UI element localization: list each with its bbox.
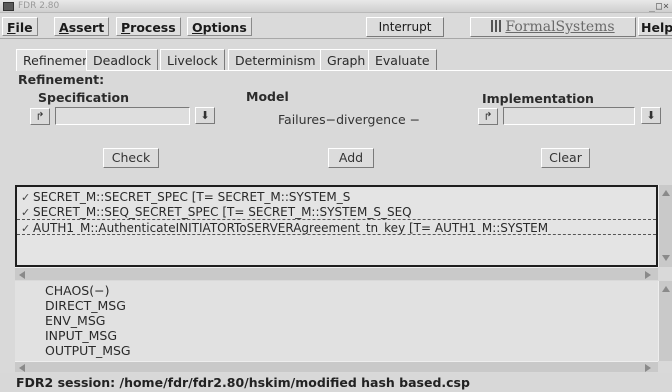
- list-item[interactable]: OUTPUT_MSG: [45, 344, 131, 358]
- title-bar: FDR 2.80 _□×: [0, 0, 672, 13]
- tab-bar: Refinement Deadlock Livelock Determinism…: [0, 49, 672, 71]
- check-button[interactable]: Check: [103, 148, 159, 168]
- load-icon: ↱: [35, 110, 45, 123]
- menu-file-rest: ile: [15, 20, 33, 35]
- menu-file[interactable]: File: [2, 17, 38, 36]
- specification-load-button[interactable]: ↱: [30, 108, 50, 125]
- tab-divider: [86, 70, 672, 71]
- add-button[interactable]: Add: [328, 148, 374, 168]
- scroll-down-icon[interactable]: [662, 255, 670, 261]
- specification-field[interactable]: [55, 107, 190, 125]
- menu-bar: File Assert Process Options Interrupt Fo…: [0, 14, 672, 39]
- model-selector[interactable]: Failures−divergence −: [278, 112, 420, 127]
- result-row[interactable]: ✓ SECRET_M::SEQ_SECRET_SPEC [T= SECRET_M:…: [17, 204, 656, 220]
- tab-deadlock[interactable]: Deadlock: [86, 49, 159, 71]
- results-horizontal-scrollbar[interactable]: [15, 267, 658, 280]
- result-text: SECRET_M::SECRET_SPEC [T= SECRET_M::SYST…: [33, 190, 351, 204]
- tab-graph[interactable]: Graph: [320, 49, 373, 71]
- load-icon: ↱: [483, 110, 493, 123]
- model-label: Model: [246, 89, 289, 104]
- menu-assert-rest: ssert: [68, 20, 105, 35]
- process-list[interactable]: CHAOS(−) DIRECT_MSG ENV_MSG INPUT_MSG OU…: [15, 281, 658, 361]
- list-item[interactable]: INPUT_MSG: [45, 329, 117, 343]
- scroll-up-icon[interactable]: [662, 286, 670, 292]
- implementation-label: Implementation: [482, 91, 594, 106]
- interrupt-button[interactable]: Interrupt: [366, 17, 444, 37]
- menu-help[interactable]: Help: [638, 17, 672, 36]
- menu-options-rest: ptions: [202, 20, 247, 35]
- list-item[interactable]: CHAOS(−): [45, 284, 109, 298]
- refinement-heading: Refinement:: [18, 72, 105, 87]
- list-item[interactable]: ENV_MSG: [45, 314, 105, 328]
- scroll-right-icon[interactable]: [645, 364, 651, 372]
- scroll-right-icon[interactable]: [645, 271, 651, 279]
- implementation-load-button[interactable]: ↱: [478, 108, 498, 125]
- check-icon: ✓: [21, 206, 31, 219]
- menu-file-mnemonic: F: [7, 20, 16, 35]
- scroll-left-icon[interactable]: [19, 364, 25, 372]
- formal-systems-logo: FormalSystems: [470, 17, 636, 37]
- window-title: FDR 2.80: [18, 1, 60, 11]
- clear-button[interactable]: Clear: [541, 148, 590, 168]
- result-text: AUTH1_M::AuthenticateINITIATORToSERVERAg…: [33, 221, 549, 235]
- result-text: SECRET_M::SEQ_SECRET_SPEC [T= SECRET_M::…: [33, 205, 412, 219]
- check-icon: ✓: [21, 191, 31, 204]
- logo-text: FormalSystems: [505, 19, 615, 35]
- menu-process-mnemonic: P: [121, 20, 131, 35]
- assertion-results-list[interactable]: ✓ SECRET_M::SECRET_SPEC [T= SECRET_M::SYS…: [15, 185, 658, 267]
- menu-options[interactable]: Options: [187, 17, 252, 36]
- menu-assert[interactable]: Assert: [54, 17, 110, 36]
- specification-label: Specification: [38, 90, 129, 105]
- scroll-up-icon[interactable]: [662, 190, 670, 196]
- implementation-dropdown-button[interactable]: ⬇: [641, 107, 661, 124]
- model-value: Failures−divergence: [278, 112, 406, 127]
- tab-determinism[interactable]: Determinism: [228, 49, 323, 71]
- menu-assert-mnemonic: A: [59, 20, 69, 35]
- specification-dropdown-button[interactable]: ⬇: [195, 107, 215, 124]
- menu-options-mnemonic: O: [192, 20, 203, 35]
- app-icon: [3, 2, 14, 11]
- status-bar: FDR2 session: /home/fdr/fdr2.80/hskim/mo…: [0, 373, 672, 392]
- process-vertical-scrollbar[interactable]: [658, 281, 672, 361]
- logo-icon: [491, 20, 504, 32]
- model-dropdown-icon: −: [409, 112, 421, 127]
- tab-evaluate[interactable]: Evaluate: [368, 49, 437, 71]
- scroll-left-icon[interactable]: [19, 271, 25, 279]
- result-row-selected[interactable]: ✓ AUTH1_M::AuthenticateINITIATORToSERVERA…: [17, 219, 656, 235]
- list-item[interactable]: DIRECT_MSG: [45, 299, 126, 313]
- check-icon: ✓: [21, 222, 31, 235]
- menu-process[interactable]: Process: [116, 17, 181, 36]
- dropdown-icon: ⬇: [646, 109, 656, 122]
- results-vertical-scrollbar[interactable]: [658, 185, 672, 267]
- result-row[interactable]: ✓ SECRET_M::SECRET_SPEC [T= SECRET_M::SYS…: [17, 189, 656, 205]
- process-horizontal-scrollbar[interactable]: [15, 361, 658, 372]
- dropdown-icon: ⬇: [200, 109, 210, 122]
- implementation-field[interactable]: [503, 107, 635, 125]
- menu-process-rest: rocess: [130, 20, 176, 35]
- window-controls[interactable]: _□×: [649, 0, 670, 13]
- tab-livelock[interactable]: Livelock: [160, 49, 225, 71]
